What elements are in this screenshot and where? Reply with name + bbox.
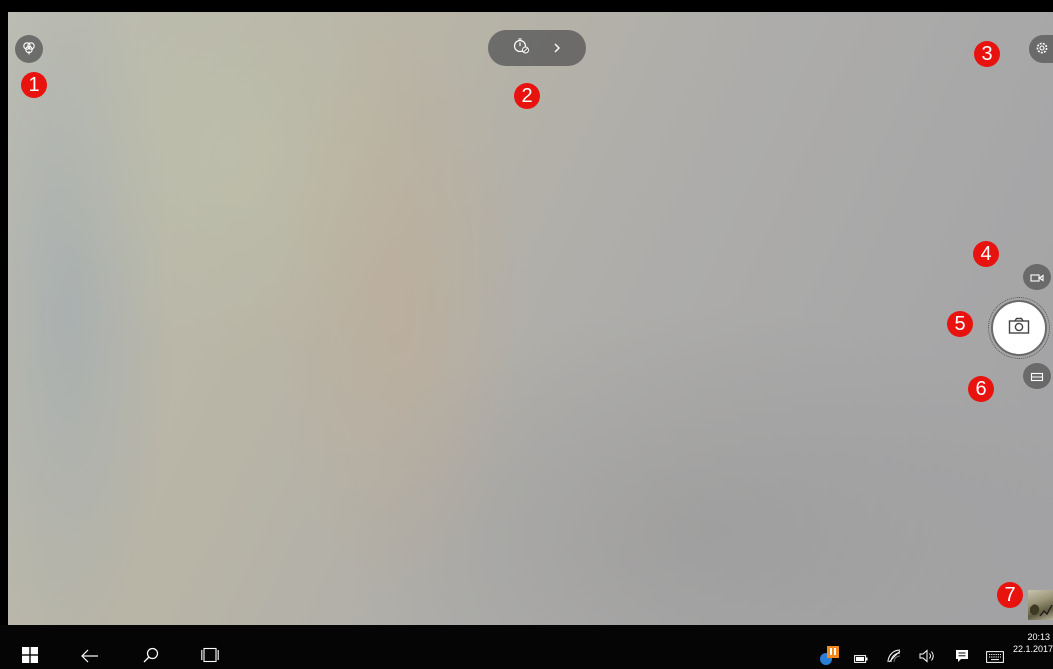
touch-keyboard-button[interactable] xyxy=(985,649,1005,665)
start-button[interactable] xyxy=(21,647,39,667)
left-black-edge xyxy=(0,12,8,625)
annotation-badge: 2 xyxy=(514,83,540,109)
windows-logo-icon xyxy=(22,647,38,667)
camera-app-window: 1 2 3 4 5 6 7 20:13 22.1.2017 xyxy=(0,0,1053,669)
clock-time: 20:13 xyxy=(1027,632,1050,642)
timer-off-icon[interactable] xyxy=(512,37,530,59)
search-icon xyxy=(143,647,159,667)
tray-warning[interactable] xyxy=(819,646,841,668)
warning-badge-icon xyxy=(819,644,841,669)
system-clock[interactable]: 20:13 22.1.2017 xyxy=(1012,631,1053,655)
back-button[interactable] xyxy=(80,647,100,667)
camera-icon xyxy=(1008,317,1030,339)
task-view-button[interactable] xyxy=(200,647,220,667)
back-arrow-icon xyxy=(81,648,99,667)
video-camera-icon xyxy=(1030,268,1044,287)
chevron-right-icon[interactable] xyxy=(552,39,562,58)
timer-control[interactable] xyxy=(488,30,586,66)
volume-indicator[interactable] xyxy=(918,648,938,666)
battery-indicator[interactable] xyxy=(853,650,869,664)
annotation-badge: 7 xyxy=(997,582,1023,608)
network-indicator[interactable] xyxy=(885,648,903,666)
gear-icon xyxy=(1035,40,1049,59)
photo-mode-button[interactable] xyxy=(1023,363,1051,389)
hdr-button[interactable] xyxy=(15,35,43,63)
take-photo-button[interactable] xyxy=(991,300,1047,356)
annotation-badge: 5 xyxy=(947,311,973,337)
wifi-icon xyxy=(887,648,901,667)
battery-icon xyxy=(854,648,868,667)
settings-button[interactable] xyxy=(1029,35,1053,63)
clock-date: 22.1.2017 xyxy=(1013,644,1053,654)
video-mode-button[interactable] xyxy=(1023,264,1051,290)
volume-icon xyxy=(919,648,937,667)
annotation-badge: 3 xyxy=(974,41,1000,67)
top-black-bar xyxy=(0,0,1053,12)
annotation-badge: 6 xyxy=(968,376,994,402)
hdr-icon xyxy=(22,40,36,59)
panorama-icon xyxy=(1030,367,1044,386)
search-button[interactable] xyxy=(141,647,161,667)
keyboard-icon xyxy=(986,648,1004,667)
action-center-icon xyxy=(955,648,969,667)
action-center-button[interactable] xyxy=(953,648,971,666)
shutter-focus-ring xyxy=(988,297,1050,359)
gallery-thumbnail[interactable] xyxy=(1028,590,1053,620)
task-view-icon xyxy=(201,647,219,667)
annotation-badge: 4 xyxy=(973,241,999,267)
annotation-badge: 1 xyxy=(21,72,47,98)
